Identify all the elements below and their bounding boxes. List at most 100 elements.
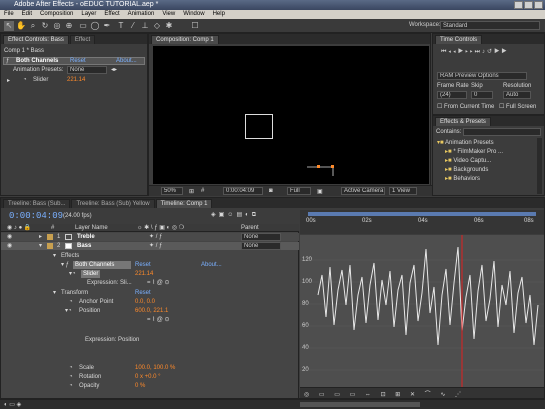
- effects-scrollbar[interactable]: [537, 138, 542, 194]
- slider-value[interactable]: 221.14: [67, 77, 85, 83]
- ram-preview-icon[interactable]: ▶▶: [494, 49, 509, 55]
- parent-header[interactable]: Parent: [241, 224, 259, 232]
- effect-header-row[interactable]: ƒ Both Channels Reset About...: [3, 57, 145, 65]
- menu-effect[interactable]: Effect: [104, 10, 119, 19]
- motion-path[interactable]: [305, 164, 337, 180]
- slider-stopwatch-icon[interactable]: ◔: [23, 77, 27, 83]
- tab-timeline-comp1[interactable]: Timeline: Comp 1: [155, 199, 213, 208]
- time-ruler[interactable]: 00s 02s 04s 06s 08s: [300, 210, 544, 234]
- pan-behind-tool-icon[interactable]: ⊕: [64, 21, 74, 31]
- property-row[interactable]: ▾ Transform Reset: [1, 289, 299, 297]
- full-screen-checkbox[interactable]: ☐ Full Screen: [499, 103, 536, 110]
- effects-search-input[interactable]: [463, 128, 541, 136]
- table-row[interactable]: ◉ ▾ 2 Bass ✦ / ƒ None: [1, 242, 299, 250]
- property-row[interactable]: Expression: Position: [1, 336, 299, 344]
- prev-frame-icon[interactable]: ◂◂: [448, 49, 457, 55]
- workspace-select[interactable]: Standard: [440, 21, 540, 30]
- frame-rate-select[interactable]: (24): [437, 91, 467, 99]
- stopwatch-icon[interactable]: ◔: [69, 373, 73, 381]
- graph-tools-icon[interactable]: ◎ ▭ ▭ ▭ ⇔ ⊡ ⊞ ✕ ⌒ ∿ ⋰: [304, 389, 465, 398]
- eraser-tool-icon[interactable]: ◇: [152, 21, 162, 31]
- resolution-select[interactable]: Full: [287, 187, 311, 195]
- zoom-select[interactable]: 50%: [161, 187, 183, 195]
- safe-margins-icon[interactable]: ⊞: [189, 188, 194, 195]
- draft-3d-icon[interactable]: ▣: [219, 212, 228, 218]
- stopwatch-icon[interactable]: ◔: [69, 382, 73, 390]
- ellipse-mask-tool-icon[interactable]: ◯: [90, 21, 100, 31]
- label-color-swatch[interactable]: [47, 243, 53, 249]
- list-item[interactable]: ▸■ Video Captu...: [445, 157, 491, 164]
- menu-layer[interactable]: Layer: [81, 10, 96, 19]
- list-item[interactable]: ▾■ Animation Presets: [437, 139, 494, 146]
- tab-effect-controls[interactable]: Effect Controls: Bass: [3, 35, 69, 44]
- motion-blur-icon[interactable]: ◐: [245, 212, 252, 218]
- menu-window[interactable]: Window: [183, 10, 204, 19]
- frame-blend-icon[interactable]: ▤: [236, 212, 245, 218]
- layer-name[interactable]: Bass: [77, 242, 91, 250]
- menu-composition[interactable]: Composition: [40, 10, 73, 19]
- current-time-display[interactable]: 0:00:04:09: [9, 211, 63, 221]
- menu-file[interactable]: File: [4, 10, 14, 19]
- next-frame-icon[interactable]: ▸▸: [465, 49, 474, 55]
- effect-reset-link[interactable]: Reset: [70, 58, 86, 64]
- stopwatch-icon[interactable]: ◔: [69, 298, 73, 306]
- graph-editor-icon[interactable]: ⧉: [252, 212, 259, 218]
- stopwatch-icon[interactable]: ▾◔: [65, 307, 72, 315]
- layer-name[interactable]: Treble: [77, 233, 95, 241]
- effect-about-link[interactable]: About...: [116, 58, 137, 64]
- position-value[interactable]: 600.0, 221.1: [135, 307, 168, 315]
- anchor-point-value[interactable]: 0.0, 0.0: [135, 298, 155, 306]
- opacity-value[interactable]: 0 %: [135, 382, 145, 390]
- label-color-swatch[interactable]: [47, 234, 53, 240]
- menu-edit[interactable]: Edit: [22, 10, 32, 19]
- eye-icon[interactable]: ◉: [7, 242, 12, 250]
- pen-tool-icon[interactable]: ✒: [102, 21, 112, 31]
- tab-composition[interactable]: Composition: Comp 1: [151, 35, 219, 44]
- slider-twirl-icon[interactable]: ▸: [7, 77, 10, 84]
- timeline-about-link[interactable]: About...: [201, 261, 222, 269]
- table-row[interactable]: ◉ ▸ 1 Treble ✦ / ƒ None: [1, 233, 299, 241]
- expression-controls-icon[interactable]: = ⌇ @ ⊙: [147, 279, 170, 287]
- resolution-options-select[interactable]: Auto: [503, 91, 531, 99]
- property-row[interactable]: ▾◔ Position 600.0, 221.1: [1, 307, 299, 315]
- value-curve[interactable]: [300, 235, 544, 387]
- tab-timeline-bass-sub[interactable]: Treeline: Bass (Sub...: [3, 199, 71, 208]
- tab-effect[interactable]: Effect: [69, 35, 96, 44]
- brush-tool-icon[interactable]: ⁄: [128, 21, 138, 31]
- work-area-bar[interactable]: [308, 212, 536, 216]
- stopwatch-icon[interactable]: ▾◔: [69, 270, 76, 278]
- menu-animation[interactable]: Animation: [128, 10, 155, 19]
- view-layout-select[interactable]: 1 View: [389, 187, 417, 195]
- property-row[interactable]: ◔ Scale 100.0, 100.0 %: [1, 364, 299, 372]
- snap-checkbox-icon[interactable]: ☐: [190, 21, 200, 31]
- hand-tool-icon[interactable]: ✋: [16, 21, 26, 31]
- clone-stamp-tool-icon[interactable]: ⊥: [140, 21, 150, 31]
- tab-time-controls[interactable]: Time Controls: [435, 35, 483, 44]
- fx-switch-icon[interactable]: ✦ / ƒ: [149, 242, 162, 250]
- property-row[interactable]: ◔ Rotation 0 x +0.0 °: [1, 373, 299, 381]
- expression-controls-icon[interactable]: = ⌇ @ ⊙: [147, 316, 170, 324]
- parent-select[interactable]: None: [241, 242, 281, 250]
- property-row[interactable]: ◔ Opacity 0 %: [1, 382, 299, 390]
- grid-icon[interactable]: #: [201, 188, 204, 194]
- last-frame-icon[interactable]: ⏭: [475, 49, 482, 55]
- scale-value[interactable]: 100.0, 100.0 %: [135, 364, 175, 372]
- snapshot-icon[interactable]: ◙: [269, 188, 273, 194]
- list-item[interactable]: ▸■ * FilmMaker Pro ...: [445, 148, 503, 155]
- transform-reset-link[interactable]: Reset: [135, 289, 151, 297]
- selection-tool-icon[interactable]: ↖: [4, 21, 14, 31]
- preset-prev-icon[interactable]: ◂▸: [111, 66, 117, 73]
- twirl-icon[interactable]: ▸: [39, 233, 42, 241]
- text-tool-icon[interactable]: T: [116, 21, 126, 31]
- live-update-icon[interactable]: ◈: [211, 212, 219, 218]
- parent-select[interactable]: None: [241, 233, 281, 241]
- eye-icon[interactable]: ◉: [7, 233, 12, 241]
- puppet-tool-icon[interactable]: ✱: [164, 21, 174, 31]
- menu-help[interactable]: Help: [213, 10, 225, 19]
- maximize-button[interactable]: [524, 1, 533, 9]
- region-icon[interactable]: ▣: [317, 188, 323, 195]
- skip-field[interactable]: 0: [471, 91, 493, 99]
- property-row[interactable]: ◔ Anchor Point 0.0, 0.0: [1, 298, 299, 306]
- property-row[interactable]: ▾ ƒ Both Channels Reset About...: [1, 261, 299, 269]
- animation-presets-select[interactable]: None: [67, 66, 107, 74]
